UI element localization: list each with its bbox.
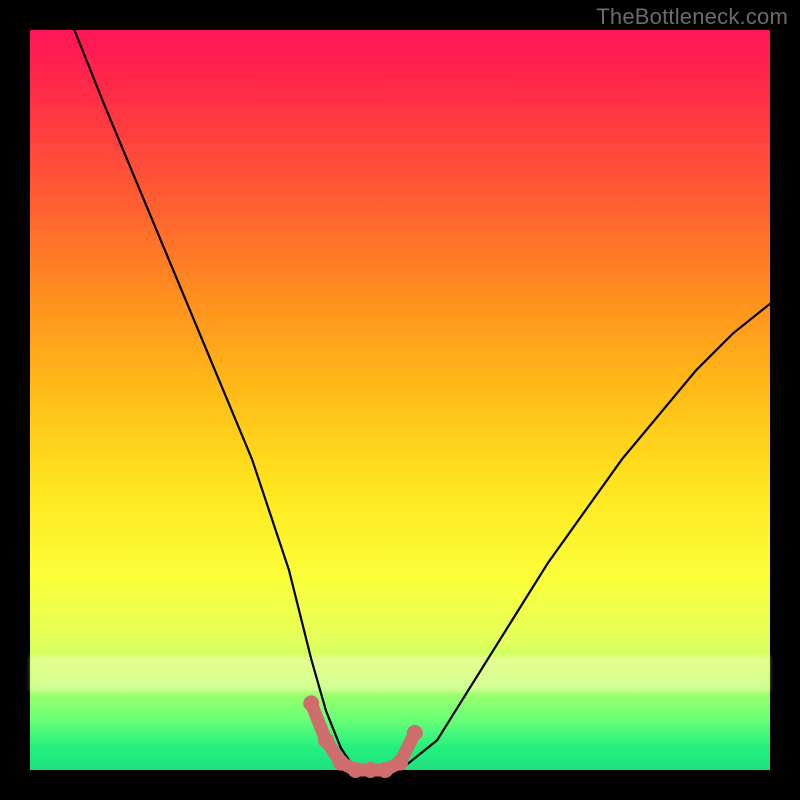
optimal-point <box>362 762 378 778</box>
optimal-point <box>303 695 319 711</box>
optimal-point <box>392 755 408 771</box>
bottleneck-curve <box>74 30 770 770</box>
curve-svg <box>30 30 770 770</box>
optimal-point <box>377 762 393 778</box>
optimal-point <box>333 755 349 771</box>
watermark: TheBottleneck.com <box>596 4 788 30</box>
optimal-point <box>407 725 423 741</box>
optimal-point <box>348 762 364 778</box>
optimal-point <box>318 732 334 748</box>
plot-area <box>30 30 770 770</box>
chart-frame: TheBottleneck.com <box>0 0 800 800</box>
